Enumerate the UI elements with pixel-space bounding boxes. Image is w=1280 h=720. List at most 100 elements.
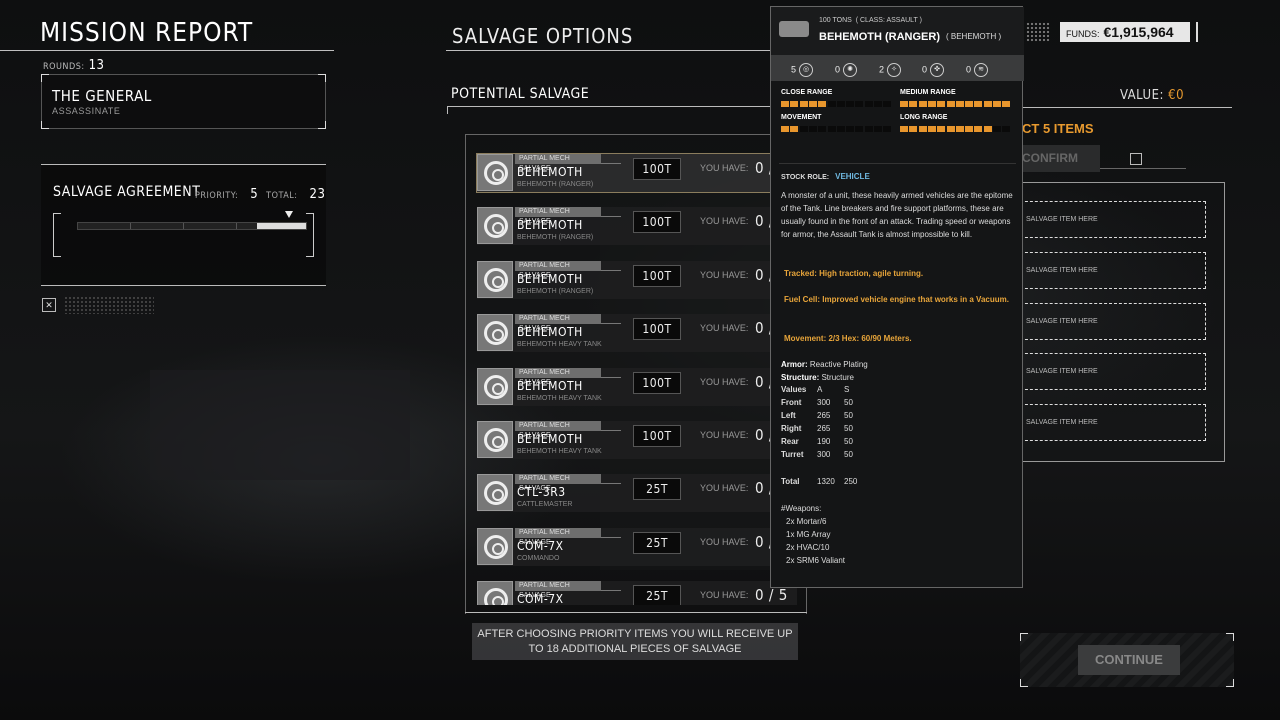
- salvage-item-row[interactable]: PARTIAL MECH SALVAGE BEHEMOTH BEHEMOTH HEA…: [477, 367, 797, 410]
- continue-button[interactable]: CONTINUE: [1078, 645, 1180, 675]
- salvage-icon: [477, 581, 513, 605]
- range-bar: [900, 126, 1012, 132]
- value-cell: Values: [781, 385, 807, 394]
- value-cell: 190: [817, 437, 831, 446]
- range-pip: [799, 126, 808, 132]
- range-pip: [781, 126, 789, 132]
- range-pip: [946, 126, 955, 132]
- range-pip: [874, 101, 882, 107]
- range-pip: [955, 101, 964, 107]
- stock-role: STOCK ROLE: VEHICLE: [781, 172, 870, 181]
- jump-icon: ≋: [974, 63, 989, 77]
- salvage-slot[interactable]: SALVAGE ITEM HERE: [1020, 252, 1206, 289]
- salvage-name: COM-7X: [517, 538, 564, 553]
- range-pip: [818, 126, 827, 132]
- value-cell: Left: [781, 411, 796, 420]
- salvage-icon: [477, 260, 513, 298]
- armor-value: Reactive Plating: [809, 360, 868, 369]
- you-have-label: YOU HAVE:: [700, 216, 749, 227]
- salvage-slot[interactable]: SALVAGE ITEM HERE: [1020, 303, 1206, 340]
- trait-tracked: Tracked: High traction, agile turning.: [784, 269, 924, 278]
- value-cell: 265: [817, 411, 831, 420]
- range-pip: [864, 126, 873, 132]
- salvage-variant: BEHEMOTH HEAVY TANK: [517, 341, 602, 349]
- salvage-item-row[interactable]: PARTIAL MECH SALVAGE CTL-3R3 CATTLEMASTER 2…: [477, 474, 797, 516]
- value-cell: 1320: [817, 477, 835, 486]
- weapon-item: 2x Mortar/6: [786, 517, 827, 526]
- salvage-item-row[interactable]: PARTIAL MECH SALVAGE BEHEMOTH BEHEMOTH (RA…: [477, 207, 797, 249]
- salvage-variant: BEHEMOTH (RANGER): [517, 234, 594, 242]
- salvage-item-row[interactable]: PARTIAL MECH SALVAGE BEHEMOTH BEHEMOTH (RA…: [477, 260, 797, 303]
- range-pip: [827, 101, 836, 107]
- range-pip: [974, 126, 983, 132]
- salvage-tag: PARTIAL MECH SALVAGE: [515, 367, 601, 386]
- salvage-item-row[interactable]: PARTIAL MECH SALVAGE BEHEMOTH BEHEMOTH HEA…: [477, 314, 797, 356]
- salvage-name: CTL-3R3: [517, 485, 566, 500]
- stat-value: 5: [791, 64, 797, 75]
- salvage-tonnage: 100T: [633, 158, 681, 180]
- value-cell: 250: [844, 477, 858, 486]
- salvage-tonnage: 25T: [633, 478, 681, 501]
- range-bar: [781, 126, 893, 132]
- value-cell: 300: [817, 398, 831, 407]
- salvage-icon: [477, 154, 513, 191]
- confirm-button[interactable]: CONFIRM: [1020, 145, 1100, 172]
- stat-value: 0: [922, 64, 928, 75]
- structure-value: Structure: [821, 373, 854, 382]
- you-have-label: YOU HAVE:: [700, 430, 749, 440]
- range-pip: [836, 101, 845, 107]
- salvage-slot[interactable]: SALVAGE ITEM HERE: [1020, 201, 1206, 238]
- salvage-tag: PARTIAL MECH SALVAGE: [515, 314, 601, 332]
- salvage-variant: CATTLEMASTER: [517, 501, 573, 509]
- salvage-icon: [477, 474, 513, 512]
- salvage-item-row[interactable]: PARTIAL MECH SALVAGE COM-7X COMMANDO 25T YOU…: [477, 527, 797, 570]
- range-pip: [909, 126, 918, 132]
- range-pip: [974, 101, 983, 107]
- value-cell: 265: [817, 424, 831, 433]
- role-label: STOCK ROLE:: [781, 174, 830, 181]
- tooltip-header: 100 TONS ( CLASS: ASSAULT ) BEHEMOTH (RA…: [771, 7, 1024, 55]
- salvage-tag: PARTIAL MECH SALVAGE: [515, 207, 601, 225]
- range-pip: [946, 101, 955, 107]
- range-pip: [955, 126, 964, 132]
- you-have-label: YOU HAVE:: [700, 536, 749, 547]
- salvage-tag: PARTIAL MECH SALVAGE: [515, 154, 601, 172]
- range-pip: [855, 126, 864, 132]
- salvage-item-row[interactable]: PARTIAL MECH SALVAGE BEHEMOTH BEHEMOTH HEA…: [477, 421, 797, 463]
- value-cell: 50: [844, 450, 853, 459]
- funds-label: FUNDS:: [1066, 29, 1100, 39]
- tooltip-tons: 100 TONS: [819, 17, 852, 24]
- salvage-slot[interactable]: SALVAGE ITEM HERE: [1020, 353, 1206, 390]
- range-pip: [790, 101, 799, 107]
- clear-icon[interactable]: [1130, 153, 1142, 165]
- salvage-variant: BEHEMOTH (RANGER): [517, 287, 594, 295]
- range-pip: [965, 126, 974, 132]
- salvage-item-row[interactable]: PARTIAL MECH SALVAGE COM-7X 25T YOU HAVE: 0 …: [477, 581, 797, 605]
- range-pip: [918, 126, 927, 132]
- stat-value: 0: [835, 64, 841, 75]
- salvage-item-row[interactable]: PARTIAL MECH SALVAGE BEHEMOTH BEHEMOTH (RA…: [476, 153, 798, 196]
- range-pip: [1002, 101, 1011, 107]
- range-pip: [965, 101, 974, 107]
- salvage-slot[interactable]: SALVAGE ITEM HERE: [1020, 404, 1206, 441]
- you-have-label: YOU HAVE:: [700, 163, 749, 173]
- salvage-tag: PARTIAL MECH SALVAGE: [515, 527, 601, 546]
- weapon-item: 2x SRM6 Valiant: [786, 556, 845, 565]
- value-cell: Turret: [781, 450, 804, 459]
- value-cell: 50: [844, 411, 853, 420]
- missile-icon: ✧: [887, 63, 902, 77]
- range-pip: [808, 126, 817, 132]
- stat-value: 2: [879, 64, 885, 75]
- values-header: Values A S: [781, 385, 868, 394]
- salvage-name: BEHEMOTH: [517, 165, 583, 179]
- range-pip: [883, 101, 892, 107]
- value-label: VALUE:: [1120, 88, 1164, 103]
- value-cell: 50: [844, 437, 853, 446]
- range-pip: [781, 101, 789, 107]
- structure-line: Structure: Structure: [781, 371, 854, 384]
- range-pip: [1002, 126, 1011, 132]
- range-pip: [927, 101, 936, 107]
- values-row: Turret 300 50: [781, 450, 868, 459]
- trait-fuel: Fuel Cell: Improved vehicle engine that …: [784, 295, 1009, 304]
- range-pip: [874, 126, 882, 132]
